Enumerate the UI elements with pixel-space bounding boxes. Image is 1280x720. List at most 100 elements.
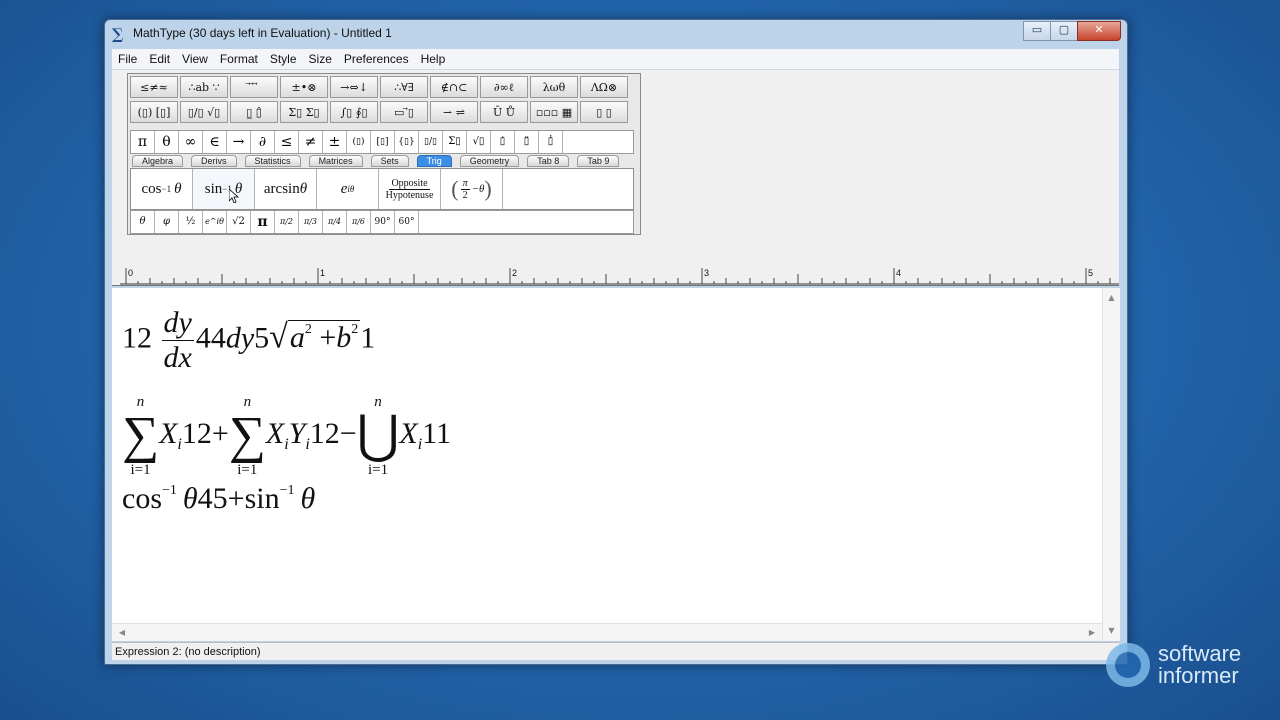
products-palette-button[interactable]: Ū Ů	[480, 101, 528, 123]
palette-row-1: ≤≠≈ ∴ab ∵ ⃗ ⃗ ⃗ ±•⊗ →⇔↓ ∴∀∃ ∉∩⊂ ∂∞ℓ λωθ …	[130, 76, 630, 98]
ruler-label-5: 5	[1088, 268, 1094, 278]
menu-preferences[interactable]: Preferences	[338, 52, 415, 66]
close-button[interactable]: ✕	[1077, 21, 1121, 41]
template-exponential[interactable]: e iθ	[317, 169, 379, 209]
equation-2[interactable]: n ∑ i=1 Xi12+ n ∑ i=1 XiYi12− n ⋃ i=1 Xi…	[122, 394, 451, 478]
window-controls: ▭ ▢ ✕	[1023, 21, 1121, 41]
template-ddot[interactable]: ▯̈	[515, 131, 539, 153]
menu-format[interactable]: Format	[214, 52, 264, 66]
symbol-leq[interactable]: ≤	[275, 131, 299, 153]
title-bar[interactable]: ∑ MathType (30 days left in Evaluation) …	[105, 20, 1127, 48]
embellishments-palette-button[interactable]: ⃗ ⃗ ⃗	[230, 76, 278, 98]
maximize-button[interactable]: ▢	[1050, 21, 1078, 41]
small-pi-over-6[interactable]: π/6	[347, 211, 371, 233]
template-opposite-hypotenuse[interactable]: Opposite Hypotenuse	[379, 169, 441, 209]
menu-view[interactable]: View	[176, 52, 214, 66]
small-90-degrees[interactable]: 90°	[371, 211, 395, 233]
brand-line-1: software	[1158, 641, 1242, 666]
ruler[interactable]: 0 1 2 3 4 5	[112, 253, 1119, 286]
equation-3[interactable]: cos−1 θ45+sin−1 θ	[122, 482, 315, 516]
menu-size[interactable]: Size	[303, 52, 338, 66]
small-pi[interactable]: π	[251, 211, 275, 233]
symbol-element-of[interactable]: ∈	[203, 131, 227, 153]
sums-palette-button[interactable]: Σ▯ Σ▯	[280, 101, 328, 123]
small-phi[interactable]: φ	[155, 211, 179, 233]
ruler-ticks	[120, 268, 1119, 285]
tab-algebra[interactable]: Algebra	[132, 155, 184, 167]
template-brackets[interactable]: [▯]	[371, 131, 395, 153]
equation-1[interactable]: 12 dy dx 44dy5√a2 +b21	[122, 306, 375, 375]
menu-help[interactable]: Help	[415, 52, 452, 66]
tab-statistics[interactable]: Statistics	[244, 155, 301, 167]
misc-symbols-palette-button[interactable]: ∂∞ℓ	[480, 76, 528, 98]
small-half[interactable]: ½	[179, 211, 203, 233]
template-dot[interactable]: ▯̇	[491, 131, 515, 153]
tab-matrices[interactable]: Matrices	[308, 155, 363, 167]
tab-8[interactable]: Tab 8	[527, 155, 570, 167]
sets-palette-button[interactable]: ∉∩⊂	[430, 76, 478, 98]
template-fraction[interactable]: ▯/▯	[419, 131, 443, 153]
palette-tabs: Algebra Derivs Statistics Matrices Sets …	[132, 155, 627, 167]
matrices-palette-button[interactable]: ▫▫▫ ▦	[530, 101, 578, 123]
tab-trig[interactable]: Trig	[416, 155, 452, 167]
horizontal-scrollbar[interactable]: ◀ ▶	[112, 623, 1102, 641]
small-pi-over-2[interactable]: π/2	[275, 211, 299, 233]
symbol-plusminus[interactable]: ±	[323, 131, 347, 153]
small-pi-over-3[interactable]: π/3	[299, 211, 323, 233]
template-arcsin[interactable]: arcsin θ	[255, 169, 317, 209]
symbol-infinity[interactable]: ∞	[179, 131, 203, 153]
small-exp-itheta[interactable]: e^iθ	[203, 211, 227, 233]
template-braces[interactable]: {▯}	[395, 131, 419, 153]
tab-sets[interactable]: Sets	[370, 155, 409, 167]
symbol-partial[interactable]: ∂	[251, 131, 275, 153]
template-sqrt[interactable]: √▯	[467, 131, 491, 153]
template-dots[interactable]: ▯̇̇	[539, 131, 563, 153]
menu-bar: File Edit View Format Style Size Prefere…	[112, 49, 1119, 70]
greek-upper-palette-button[interactable]: ΛΩ⊗	[580, 76, 628, 98]
small-sqrt2[interactable]: √2	[227, 211, 251, 233]
symbol-neq[interactable]: ≠	[299, 131, 323, 153]
ruler-label-0: 0	[128, 268, 134, 278]
equation-editor[interactable]: 12 dy dx 44dy5√a2 +b21 n ∑ i=1 Xi12+ n ∑…	[112, 288, 1102, 641]
fractions-palette-button[interactable]: ▯/▯ √▯	[180, 101, 228, 123]
scroll-up-arrow-icon[interactable]: ▲	[1103, 290, 1120, 306]
small-theta[interactable]: θ	[131, 211, 155, 233]
palette-row-2: (▯) [▯] ▯/▯ √▯ ▯̲ ▯̂ Σ▯ Σ▯ ∫▯ ∮▯ ▭ ⃗▯ ⇀ …	[130, 101, 630, 123]
tab-derivs[interactable]: Derivs	[191, 155, 237, 167]
tab-geometry[interactable]: Geometry	[459, 155, 520, 167]
scroll-right-arrow-icon[interactable]: ▶	[1084, 624, 1100, 641]
template-arcsin-power[interactable]: sin −1 θ	[193, 169, 255, 209]
symbol-theta[interactable]: θ	[155, 131, 179, 153]
operators-palette-button[interactable]: ±•⊗	[280, 76, 328, 98]
spaces-palette-button[interactable]: ∴ab ∵	[180, 76, 228, 98]
template-arccos[interactable]: cos −1 θ	[131, 169, 193, 209]
symbol-pi[interactable]: π	[131, 131, 155, 153]
boxes-palette-button[interactable]: ▯ ▯	[580, 101, 628, 123]
vertical-scrollbar[interactable]: ▲ ▼	[1102, 288, 1120, 641]
scroll-left-arrow-icon[interactable]: ◀	[114, 624, 130, 641]
template-pi-over-2-minus-theta[interactable]: ( π 2 −θ )	[441, 169, 503, 209]
template-sum[interactable]: Σ▯	[443, 131, 467, 153]
greek-lower-palette-button[interactable]: λωθ	[530, 76, 578, 98]
tab-9[interactable]: Tab 9	[577, 155, 620, 167]
labeled-arrows-palette-button[interactable]: ⇀ ⇌	[430, 101, 478, 123]
scroll-down-arrow-icon[interactable]: ▼	[1103, 623, 1120, 639]
menu-style[interactable]: Style	[264, 52, 303, 66]
logic-palette-button[interactable]: ∴∀∃	[380, 76, 428, 98]
symbol-empty-slot[interactable]	[563, 131, 633, 153]
integrals-palette-button[interactable]: ∫▯ ∮▯	[330, 101, 378, 123]
template-parens[interactable]: (▯)	[347, 131, 371, 153]
small-empty-slot[interactable]	[419, 211, 633, 233]
menu-file[interactable]: File	[112, 52, 143, 66]
template-empty-slot[interactable]	[503, 169, 631, 209]
scripts-palette-button[interactable]: ▯̲ ▯̂	[230, 101, 278, 123]
arrows-palette-button[interactable]: →⇔↓	[330, 76, 378, 98]
menu-edit[interactable]: Edit	[143, 52, 176, 66]
minimize-button[interactable]: ▭	[1023, 21, 1051, 41]
small-60-degrees[interactable]: 60°	[395, 211, 419, 233]
small-pi-over-4[interactable]: π/4	[323, 211, 347, 233]
symbol-arrow[interactable]: →	[227, 131, 251, 153]
fences-palette-button[interactable]: (▯) [▯]	[130, 101, 178, 123]
relations-palette-button[interactable]: ≤≠≈	[130, 76, 178, 98]
bars-palette-button[interactable]: ▭ ⃗▯	[380, 101, 428, 123]
